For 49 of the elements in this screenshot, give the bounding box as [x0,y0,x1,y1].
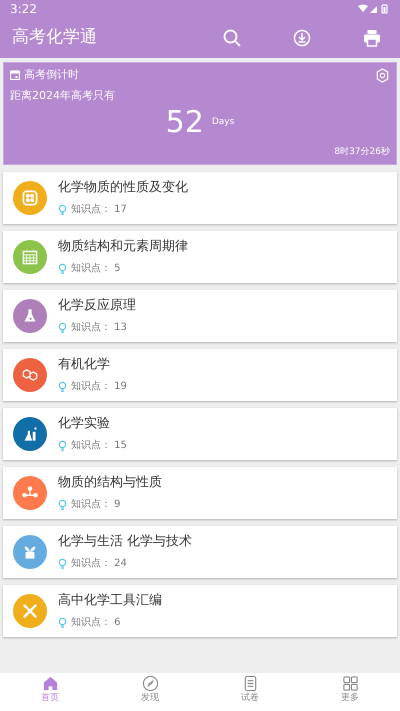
home-icon [42,675,58,692]
topic-card[interactable]: 高中化学工具汇编 知识点： 6 [3,584,397,636]
lightbulb-icon [58,558,67,569]
topic-title: 有机化学 [58,356,111,374]
topic-card[interactable]: 物质的结构与性质 知识点： 9 [3,466,397,518]
lightbulb-icon [58,498,67,510]
lightbulb-icon [58,380,67,392]
topic-card[interactable]: 化学物质的性质及变化 知识点： 17 [3,172,397,224]
topic-title: 化学反应原理 [58,297,136,316]
status-time: 3:22 [10,1,37,18]
time-remaining: 8时37分26秒 [334,146,390,159]
days-count: 52 [166,108,204,138]
topic-card[interactable]: 物质结构和元素周期律 知识点： 5 [3,230,397,282]
knowledge-count: 知识点： 19 [71,380,127,394]
lightbulb-icon [58,204,67,215]
knowledge-count: 知识点： 13 [71,320,127,335]
topic-title: 化学实验 [58,415,111,434]
grid-icon [342,675,358,692]
topic-title: 物质结构和元素周期律 [58,238,188,256]
status-icons [358,4,390,14]
topic-title: 高中化学工具汇编 [58,592,162,610]
countdown-title: 高考倒计时 [24,67,80,83]
knowledge-count: 知识点： 6 [71,616,121,630]
lightbulb-icon [58,262,67,274]
nav-tab[interactable]: 发现 [120,673,180,706]
topic-card[interactable]: 有机化学 知识点： 19 [3,348,397,400]
topic-title: 化学物质的性质及变化 [58,179,188,198]
topic-card[interactable]: 化学实验 知识点： 15 [3,408,397,460]
topic-title: 物质的结构与性质 [58,474,162,492]
lightbulb-icon [58,440,67,451]
compass-icon [142,675,158,692]
knowledge-count: 知识点： 24 [71,556,127,571]
knowledge-count: 知识点： 5 [71,262,121,276]
topic-card[interactable]: 化学与生活 化学与技术 知识点： 24 [3,526,397,578]
topic-card[interactable]: 化学反应原理 知识点： 13 [3,290,397,342]
app-title: 高考化学通 [12,26,98,50]
knowledge-count: 知识点： 17 [71,202,127,217]
knowledge-count: 知识点： 15 [71,438,127,453]
lightbulb-icon [58,322,67,333]
nav-tab[interactable]: 更多 [320,673,380,706]
knowledge-count: 知识点： 9 [71,498,121,512]
days-unit: Days [212,116,234,130]
nav-tab[interactable]: 试卷 [220,673,280,706]
topic-title: 化学与生活 化学与技术 [58,533,192,552]
calendar-icon [10,70,20,80]
settings-button[interactable] [374,67,390,84]
lightbulb-icon [58,616,67,628]
document-icon [242,675,258,692]
countdown-subtitle: 距离2024年高考只有 [10,88,115,104]
